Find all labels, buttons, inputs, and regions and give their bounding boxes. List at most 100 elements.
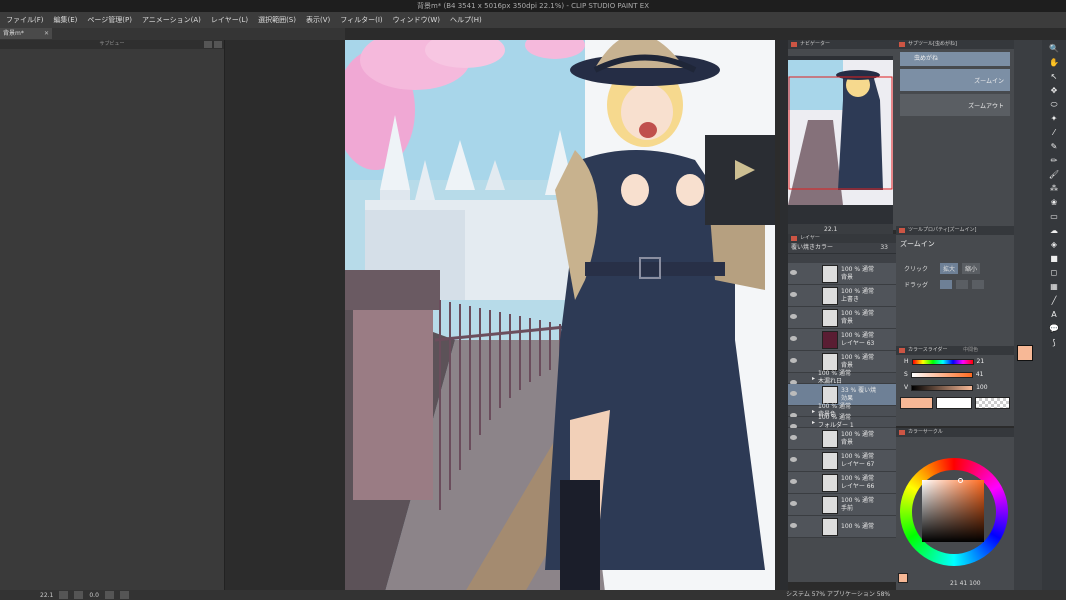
subtool-zoom-in[interactable]: ズームイン <box>900 69 1010 91</box>
sub-color-swatch[interactable] <box>936 397 972 409</box>
auto-select-icon[interactable]: ✦ <box>1048 114 1060 124</box>
operation-icon[interactable]: ↖ <box>1048 72 1060 82</box>
visibility-eye-icon[interactable] <box>790 270 797 275</box>
transparent-swatch[interactable] <box>974 397 1010 409</box>
click-zoom-out-option[interactable]: 縮小 <box>962 263 981 274</box>
gradient-icon[interactable]: ■ <box>1048 254 1060 264</box>
visibility-eye-icon[interactable] <box>790 435 797 440</box>
visibility-eye-icon[interactable] <box>790 336 797 341</box>
eyedropper-icon[interactable]: ⁄ <box>1048 128 1060 138</box>
magnifier-icon[interactable]: 🔍 <box>1048 44 1060 54</box>
visibility-eye-icon[interactable] <box>790 479 797 484</box>
menu-file[interactable]: ファイル(F) <box>6 15 44 25</box>
visibility-eye-icon[interactable] <box>790 292 797 297</box>
intermediate-color-tab[interactable]: 中間色 <box>963 347 978 353</box>
hue-slider[interactable] <box>911 358 974 365</box>
figure-icon[interactable]: ◻ <box>1048 268 1060 278</box>
airbrush-icon[interactable]: ⁂ <box>1048 184 1060 194</box>
drag-option-1[interactable] <box>940 280 953 289</box>
layer-folder-row[interactable]: ▸ 100 % 通常 木漏れ日 <box>788 370 896 385</box>
frame-icon[interactable]: ▦ <box>1048 282 1060 292</box>
pen-icon[interactable]: ✎ <box>1048 142 1060 152</box>
layer-row[interactable]: 100 % 通常 レイヤー 66 <box>788 472 896 494</box>
saturation-value-square[interactable] <box>922 478 984 542</box>
layer-row[interactable]: 100 % 通常 手前 <box>788 494 896 516</box>
layer-folder-row[interactable]: ▸ 100 % 通常 フォルダー 1 <box>788 414 896 429</box>
main-drawing-color[interactable] <box>1017 345 1033 361</box>
zoom-value[interactable]: 22.1 <box>40 592 53 599</box>
flip-icon[interactable] <box>119 591 129 599</box>
rotate-icon[interactable] <box>104 591 114 599</box>
click-zoom-in-option[interactable]: 拡大 <box>940 263 959 274</box>
menu-window[interactable]: ウィンドウ(W) <box>393 15 440 25</box>
fill-icon[interactable]: ◈ <box>1048 240 1060 250</box>
menu-filter[interactable]: フィルター(I) <box>340 15 382 25</box>
brush-icon[interactable]: 🖌 <box>1048 170 1060 180</box>
artwork-canvas[interactable] <box>345 40 775 592</box>
value-value[interactable]: 100 <box>976 384 987 391</box>
menu-page[interactable]: ページ管理(P) <box>87 15 132 25</box>
zoom-out-icon[interactable] <box>59 591 69 599</box>
layer-row[interactable]: 100 % 通常 背景 <box>788 428 896 450</box>
subtool-zoom-out[interactable]: ズームアウト <box>900 94 1010 116</box>
menu-layer[interactable]: レイヤー(L) <box>211 15 248 25</box>
layer-row[interactable]: 100 % 通常 背景 <box>788 263 896 285</box>
balloon-icon[interactable]: 💬 <box>1048 324 1060 334</box>
navigator-thumbnail[interactable]: 22.1 <box>788 56 893 241</box>
menu-help[interactable]: ヘルプ(H) <box>450 15 482 25</box>
move-layer-icon[interactable]: ✥ <box>1048 86 1060 96</box>
visibility-eye-icon[interactable] <box>790 391 797 396</box>
minimize-icon[interactable] <box>204 41 212 48</box>
hue-value[interactable]: 21 <box>977 358 985 365</box>
color-picker-cursor[interactable] <box>958 478 963 483</box>
menu-view[interactable]: 表示(V) <box>306 15 330 25</box>
pencil-icon[interactable]: ✏ <box>1048 156 1060 166</box>
selection-icon[interactable]: ⬭ <box>1048 100 1060 110</box>
drag-option-3[interactable] <box>972 280 985 289</box>
wheel-hsv-readout: 21 41 100 <box>950 580 981 587</box>
drag-option-2[interactable] <box>956 280 969 289</box>
visibility-eye-icon[interactable] <box>790 314 797 319</box>
angle-value[interactable]: 0.0 <box>89 592 99 599</box>
visibility-eye-icon[interactable] <box>790 358 797 363</box>
close-icon[interactable] <box>214 41 222 48</box>
hand-icon[interactable]: ✋ <box>1048 58 1060 68</box>
layer-row[interactable]: 100 % 通常 レイヤー 63 <box>788 329 896 351</box>
correct-line-icon[interactable]: ⟆ <box>1048 338 1060 348</box>
document-tab[interactable]: 背景m* ✕ <box>0 28 52 39</box>
eraser-icon[interactable]: ▭ <box>1048 212 1060 222</box>
layer-thumbnail <box>822 385 838 404</box>
menu-edit[interactable]: 編集(E) <box>54 15 78 25</box>
text-icon[interactable]: A <box>1048 310 1060 320</box>
hue-ring[interactable] <box>900 458 1008 566</box>
ruler-icon[interactable]: ╱ <box>1048 296 1060 306</box>
value-slider[interactable] <box>911 384 974 391</box>
close-icon[interactable]: ✕ <box>44 28 49 39</box>
color-slider-tab[interactable]: カラースライダー <box>908 347 948 353</box>
layer-row[interactable]: 100 % 通常 レイヤー 67 <box>788 450 896 472</box>
wheel-main-color[interactable] <box>898 573 908 583</box>
visibility-eye-icon[interactable] <box>790 523 797 528</box>
layer-name: レイヤー 63 <box>841 339 875 347</box>
folder-icon[interactable]: ▸ <box>812 408 815 415</box>
decoration-icon[interactable]: ❀ <box>1048 198 1060 208</box>
folder-icon[interactable]: ▸ <box>812 419 815 426</box>
zoom-in-icon[interactable] <box>74 591 84 599</box>
main-color-swatch[interactable] <box>900 397 934 409</box>
layer-row[interactable]: 100 % 通常 上書き <box>788 285 896 307</box>
blend-icon[interactable]: ☁ <box>1048 226 1060 236</box>
menu-animation[interactable]: アニメーション(A) <box>142 15 201 25</box>
layer-row[interactable]: 100 % 通常 背景 <box>788 307 896 329</box>
color-wheel-header: カラーサークル <box>896 428 1014 437</box>
saturation-slider[interactable] <box>910 371 973 378</box>
blend-mode-select[interactable]: 覆い焼きカラー <box>791 244 833 251</box>
visibility-eye-icon[interactable] <box>790 457 797 462</box>
opacity-value[interactable]: 33 <box>880 243 888 253</box>
folder-icon[interactable]: ▸ <box>812 375 815 382</box>
layer-row[interactable]: 100 % 通常 <box>788 516 896 538</box>
layer-opacity-mode: 100 % 通常 <box>841 287 874 295</box>
saturation-value[interactable]: 41 <box>976 371 984 378</box>
subtool-magnifier[interactable]: 虫めがね <box>900 52 1010 66</box>
menu-selection[interactable]: 選択範囲(S) <box>258 15 296 25</box>
visibility-eye-icon[interactable] <box>790 501 797 506</box>
